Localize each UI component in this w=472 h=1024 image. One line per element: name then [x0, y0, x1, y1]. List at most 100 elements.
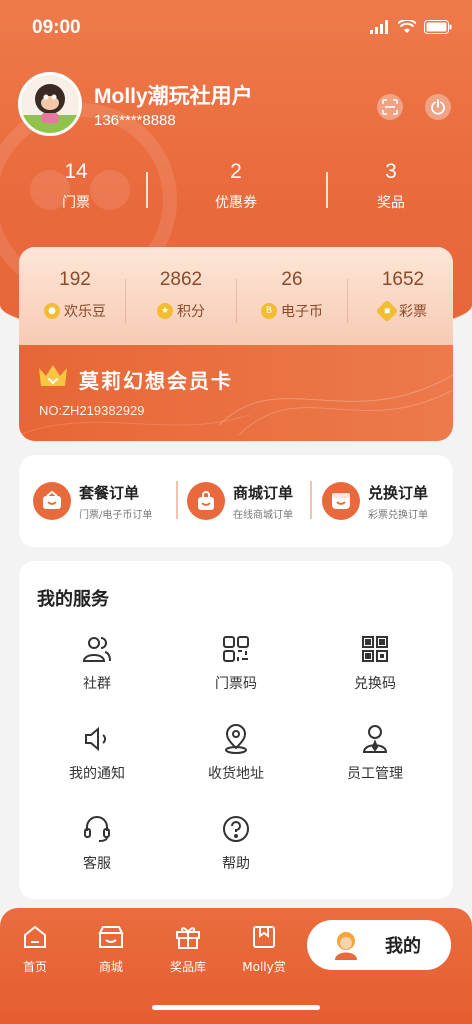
balance-divider: [347, 279, 348, 323]
service-ticket-code[interactable]: 门票码: [176, 633, 296, 693]
balance-label: 电子币: [281, 304, 323, 320]
service-community[interactable]: 社群: [37, 633, 157, 693]
community-icon: [37, 633, 157, 665]
nav-molly-reward[interactable]: Molly赏: [234, 924, 294, 975]
phone-number: 136****8888: [94, 112, 176, 129]
stat-tickets[interactable]: 14 门票: [16, 160, 136, 212]
crown-icon: [39, 365, 67, 386]
balance-label-row: B 电子币: [238, 301, 346, 321]
avatar[interactable]: [18, 72, 82, 136]
order-title: 套餐订单: [79, 483, 140, 502]
nav-label: 首页: [22, 960, 47, 974]
headset-icon: [37, 813, 157, 845]
status-bar: 09:00: [0, 0, 472, 56]
order-text: 兑换订单 彩票兑换订单: [368, 482, 428, 521]
nav-prize-library[interactable]: 奖品库: [158, 924, 218, 975]
gift-box-icon: [176, 927, 200, 949]
scan-icon: [382, 99, 398, 115]
power-icon: [431, 99, 445, 115]
balance-value: 1652: [381, 269, 425, 290]
stat-divider: [326, 172, 328, 208]
order-divider: [310, 481, 312, 519]
nav-label: Molly赏: [242, 960, 286, 974]
balance-points[interactable]: 2862 ★ 积分: [127, 269, 235, 321]
ticket-code-icon: [176, 633, 296, 665]
nav-label: 我的: [385, 936, 421, 957]
service-notifications[interactable]: 我的通知: [37, 723, 157, 783]
order-package[interactable]: 套餐订单 门票/电子币订单: [33, 479, 152, 523]
username: Molly潮玩社用户: [94, 85, 253, 108]
balance-label-row: ◆ 彩票: [349, 299, 453, 323]
order-shop[interactable]: 商城订单 在线商城订单: [187, 479, 293, 523]
balance-joy-beans[interactable]: 192 ● 欢乐豆: [21, 269, 129, 321]
orders-card: 套餐订单 门票/电子币订单 商城订单 在线商城订单 兑换订单 彩票兑换订单: [19, 455, 453, 547]
bookmark-book-icon: [253, 926, 275, 948]
service-redeem-code[interactable]: 兑换码: [315, 633, 435, 693]
order-redeem[interactable]: 兑换订单 彩票兑换订单: [322, 479, 428, 523]
balance-value: 2862: [159, 269, 203, 290]
order-subtitle: 彩票兑换订单: [368, 509, 428, 521]
balance-section: 192 ● 欢乐豆 2862 ★ 积分 26 B 电子币 1652 ◆ 彩票: [19, 247, 453, 345]
shop-icon: [98, 926, 124, 948]
order-divider: [176, 481, 178, 519]
wifi-icon: [398, 20, 416, 33]
power-button[interactable]: [425, 94, 451, 120]
stat-label: 优惠券: [215, 195, 257, 211]
battery-icon: [424, 20, 452, 34]
nav-me-active[interactable]: 我的: [307, 920, 451, 970]
service-staff[interactable]: 员工管理: [315, 723, 435, 783]
stat-label: 奖品: [377, 195, 405, 211]
nav-label: 商城: [98, 960, 123, 974]
joy-bean-icon: ●: [44, 303, 60, 319]
service-help[interactable]: 帮助: [176, 813, 296, 873]
points-star-icon: ★: [157, 303, 173, 319]
stat-value: 14: [64, 160, 88, 183]
service-label: 我的通知: [69, 766, 125, 782]
nav-shop[interactable]: 商城: [81, 924, 141, 975]
balance-label-row: ● 欢乐豆: [21, 301, 129, 321]
balance-value: 192: [59, 269, 91, 290]
service-label: 门票码: [215, 676, 257, 692]
service-address[interactable]: 收货地址: [176, 723, 296, 783]
order-subtitle: 在线商城订单: [233, 509, 293, 521]
balance-label: 欢乐豆: [64, 304, 106, 320]
balance-e-coin[interactable]: 26 B 电子币: [238, 269, 346, 321]
order-text: 套餐订单 门票/电子币订单: [79, 482, 152, 521]
shop-bag-icon: [187, 482, 225, 520]
scan-button[interactable]: [377, 94, 403, 120]
e-coin-icon: B: [261, 303, 277, 319]
signal-icon: [370, 20, 388, 34]
services-card: 我的服务 社群 门票码 兑换码 我的通知 收货地址 员工管理 客服 帮助: [19, 561, 453, 899]
balance-label: 彩票: [399, 304, 427, 320]
order-subtitle: 门票/电子币订单: [79, 509, 153, 521]
stat-label: 门票: [62, 195, 90, 211]
redeem-order-icon: [322, 482, 360, 520]
stat-prizes[interactable]: 3 奖品: [331, 160, 451, 212]
avatar-mascot-icon: [21, 84, 79, 133]
service-customer-support[interactable]: 客服: [37, 813, 157, 873]
member-card[interactable]: 192 ● 欢乐豆 2862 ★ 积分 26 B 电子币 1652 ◆ 彩票 莫…: [19, 247, 453, 441]
service-label: 社群: [83, 676, 111, 692]
lottery-ticket-icon: ◆: [375, 299, 399, 323]
stats-row: 14 门票 2 优惠券 3 奖品: [0, 160, 472, 220]
stat-coupons[interactable]: 2 优惠券: [176, 160, 296, 212]
stat-value: 2: [230, 160, 242, 183]
status-icons: [370, 20, 452, 34]
service-label: 客服: [83, 856, 111, 872]
redeem-qr-icon: [315, 633, 435, 665]
home-indicator[interactable]: [152, 1005, 320, 1010]
balance-label: 积分: [177, 304, 205, 320]
service-label: 帮助: [222, 856, 250, 872]
order-title: 商城订单: [233, 483, 294, 502]
service-label: 员工管理: [347, 766, 403, 782]
balance-lottery[interactable]: 1652 ◆ 彩票: [349, 269, 453, 323]
nav-home[interactable]: 首页: [5, 924, 65, 975]
staff-icon: [315, 723, 435, 755]
balance-value: 26: [281, 269, 303, 290]
stat-value: 3: [385, 160, 397, 183]
package-order-icon: [33, 482, 71, 520]
balance-divider: [125, 279, 126, 323]
stat-divider: [146, 172, 148, 208]
services-title: 我的服务: [37, 589, 109, 610]
order-text: 商城订单 在线商城订单: [233, 482, 293, 521]
